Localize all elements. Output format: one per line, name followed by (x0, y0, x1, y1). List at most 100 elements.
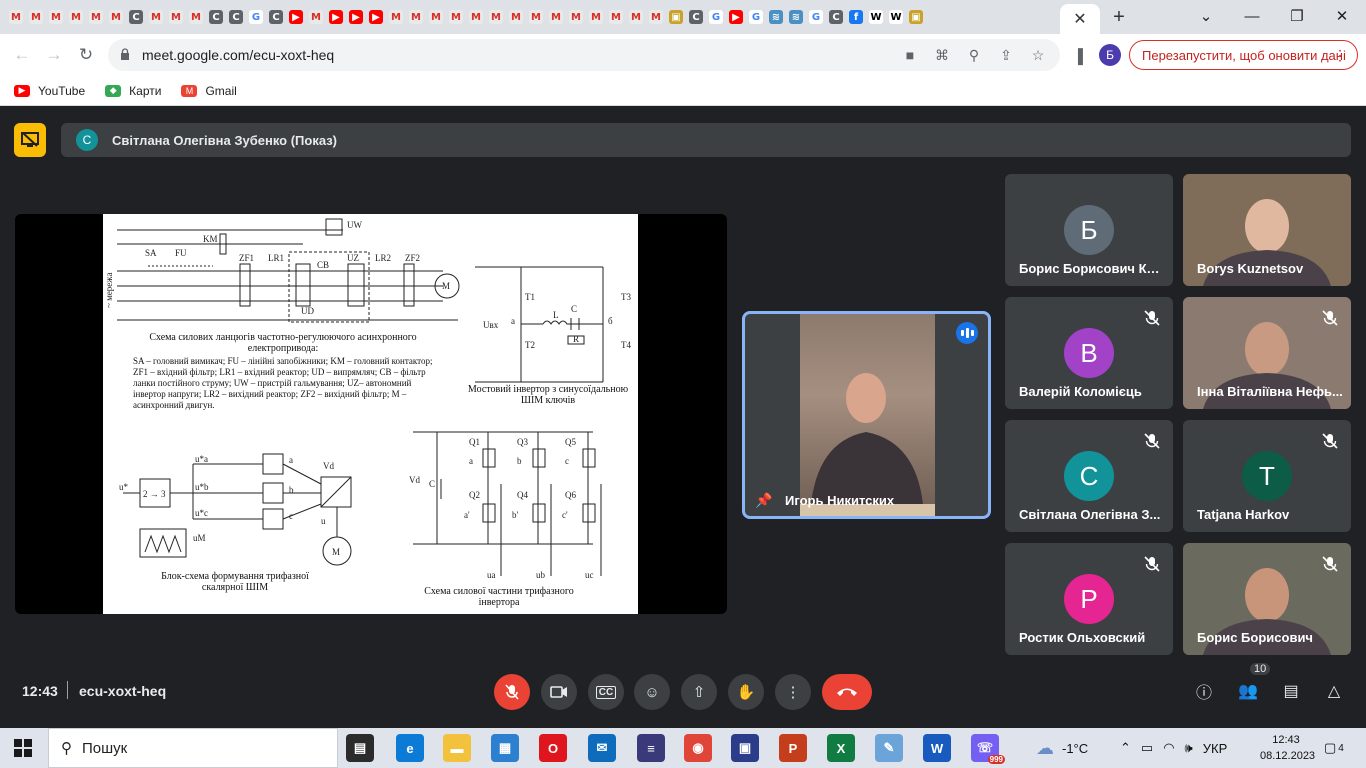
bookmark-maps[interactable]: ◆ Карти (105, 84, 161, 98)
browser-tab[interactable]: M (86, 0, 106, 34)
presentation-icon[interactable] (14, 123, 46, 157)
wifi-icon[interactable]: ◠ (1163, 740, 1174, 756)
browser-tab[interactable]: ≋ (766, 0, 786, 34)
browser-tab[interactable]: M (186, 0, 206, 34)
browser-tab[interactable]: W (866, 0, 886, 34)
more-options-button[interactable]: ⋮ (775, 674, 811, 710)
browser-tab[interactable]: ▶ (346, 0, 366, 34)
browser-tab[interactable]: C (206, 0, 226, 34)
task-view-icon[interactable]: ▤ (346, 734, 374, 762)
browser-tab[interactable]: C (826, 0, 846, 34)
browser-tab[interactable]: ▶ (286, 0, 306, 34)
browser-tab[interactable]: ▣ (906, 0, 926, 34)
browser-tab[interactable]: M (426, 0, 446, 34)
browser-tab[interactable]: C (226, 0, 246, 34)
browser-tab[interactable]: G (246, 0, 266, 34)
bookmark-star-icon[interactable]: ☆ (1028, 45, 1048, 65)
word-icon[interactable]: W (923, 734, 951, 762)
maximize-button[interactable]: ❐ (1277, 3, 1317, 29)
browser-tab[interactable]: ▶ (326, 0, 346, 34)
powerpoint-icon[interactable]: P (779, 734, 807, 762)
activities-button[interactable]: △ (1322, 679, 1346, 703)
browser-tab[interactable]: M (546, 0, 566, 34)
browser-tab[interactable]: ≋ (786, 0, 806, 34)
paint-icon[interactable]: ✎ (875, 734, 903, 762)
store-icon[interactable]: ▦ (491, 734, 519, 762)
viber-icon[interactable]: ☏ 999 (971, 734, 1005, 764)
raise-hand-button[interactable]: ✋ (728, 674, 764, 710)
browser-tab[interactable]: M (486, 0, 506, 34)
chevron-up-icon[interactable]: ⌃ (1120, 740, 1131, 756)
address-bar[interactable]: meet.google.com/ecu-xoxt-heq ■ ⌘ ⚲ ⇪ ☆ (108, 39, 1060, 71)
browser-tab[interactable]: ▶ (366, 0, 386, 34)
browser-tab[interactable]: C (126, 0, 146, 34)
menu-dots-icon[interactable]: ⋮ (1333, 47, 1347, 64)
save-icon[interactable]: ▣ (731, 734, 759, 762)
browser-tab[interactable]: M (306, 0, 326, 34)
relaunch-button[interactable]: Перезапустити, щоб оновити дані ⋮ (1129, 40, 1358, 70)
browser-tab[interactable]: G (706, 0, 726, 34)
bookmark-youtube[interactable]: ▶ YouTube (14, 84, 85, 98)
bookmark-gmail[interactable]: M Gmail (181, 84, 237, 98)
people-button[interactable]: 👥 (1236, 679, 1260, 703)
browser-tab[interactable]: M (646, 0, 666, 34)
participant-tile[interactable]: T Tatjana Harkov (1183, 420, 1351, 532)
reload-button[interactable]: ↻ (74, 43, 98, 67)
browser-tab[interactable]: M (446, 0, 466, 34)
browser-tab[interactable]: M (566, 0, 586, 34)
browser-tab[interactable]: G (746, 0, 766, 34)
profile-avatar[interactable]: Б (1099, 44, 1121, 66)
translate-icon[interactable]: ⌘ (932, 45, 952, 65)
forward-button[interactable]: → (42, 43, 66, 67)
browser-tab[interactable]: C (266, 0, 286, 34)
active-tab[interactable]: ✕ (1060, 4, 1100, 34)
notifications-button[interactable]: ▢ 4 (1324, 728, 1344, 768)
chat-button[interactable]: ▤ (1279, 679, 1303, 703)
edge-icon[interactable]: e (396, 734, 424, 762)
browser-tab[interactable]: G (806, 0, 826, 34)
tab-search-chevron-icon[interactable]: ⌄ (1186, 3, 1226, 29)
present-button[interactable]: ⇧ (681, 674, 717, 710)
minimize-button[interactable]: — (1232, 3, 1272, 29)
browser-tab[interactable]: W (886, 0, 906, 34)
pin-icon[interactable]: 📌 (755, 492, 772, 509)
share-icon[interactable]: ⇪ (996, 45, 1016, 65)
chrome-icon[interactable]: ◉ (684, 734, 712, 762)
side-panel-icon[interactable]: ▐ (1067, 45, 1089, 67)
participant-tile[interactable]: С Світлана Олегівна З... (1005, 420, 1173, 532)
taskbar-search[interactable]: ⚲ Пошук (48, 728, 338, 768)
mic-off-button[interactable] (494, 674, 530, 710)
url-text[interactable]: meet.google.com/ecu-xoxt-heq (142, 47, 334, 63)
browser-tab[interactable]: M (6, 0, 26, 34)
browser-tab[interactable]: M (466, 0, 486, 34)
participant-tile[interactable]: Р Ростик Ольховский (1005, 543, 1173, 655)
battery-icon[interactable]: ▭ (1141, 740, 1153, 756)
browser-tab[interactable]: M (386, 0, 406, 34)
browser-tab[interactable]: M (606, 0, 626, 34)
browser-tab[interactable]: M (26, 0, 46, 34)
taskbar-clock[interactable]: 12:43 08.12.2023 (1260, 732, 1315, 764)
camera-button[interactable] (541, 674, 577, 710)
browser-tab[interactable]: M (626, 0, 646, 34)
shared-screen[interactable]: SA FU KM ZF1 LR1 CB UZ LR2 ZF2 UW UD M T1 T2 T3 T4 Uвх a б… (15, 214, 727, 614)
reactions-button[interactable]: ☺ (634, 674, 670, 710)
back-button[interactable]: ← (10, 43, 34, 67)
browser-tab[interactable]: M (46, 0, 66, 34)
participant-tile[interactable]: Borys Kuznetsov (1183, 174, 1351, 286)
browser-tab[interactable]: ▶ (726, 0, 746, 34)
close-tab-icon[interactable]: ✕ (1073, 9, 1086, 29)
captions-button[interactable]: CC (588, 674, 624, 710)
camera-icon[interactable]: ■ (900, 45, 920, 65)
browser-tab[interactable]: C (686, 0, 706, 34)
participant-tile[interactable]: Інна Віталіївна Нефь... (1183, 297, 1351, 409)
opera-icon[interactable]: O (539, 734, 567, 762)
browser-tab[interactable]: M (406, 0, 426, 34)
mail-icon[interactable]: ✉ (588, 734, 616, 762)
browser-tab[interactable]: M (506, 0, 526, 34)
browser-tab[interactable]: M (66, 0, 86, 34)
participant-tile[interactable]: В Валерій Коломієць (1005, 297, 1173, 409)
browser-tab[interactable]: M (106, 0, 126, 34)
windows-start-icon[interactable] (14, 739, 32, 757)
flag-icon[interactable]: ≡ (637, 734, 665, 762)
participant-tile[interactable]: Б Борис Борисович Ко... (1005, 174, 1173, 286)
